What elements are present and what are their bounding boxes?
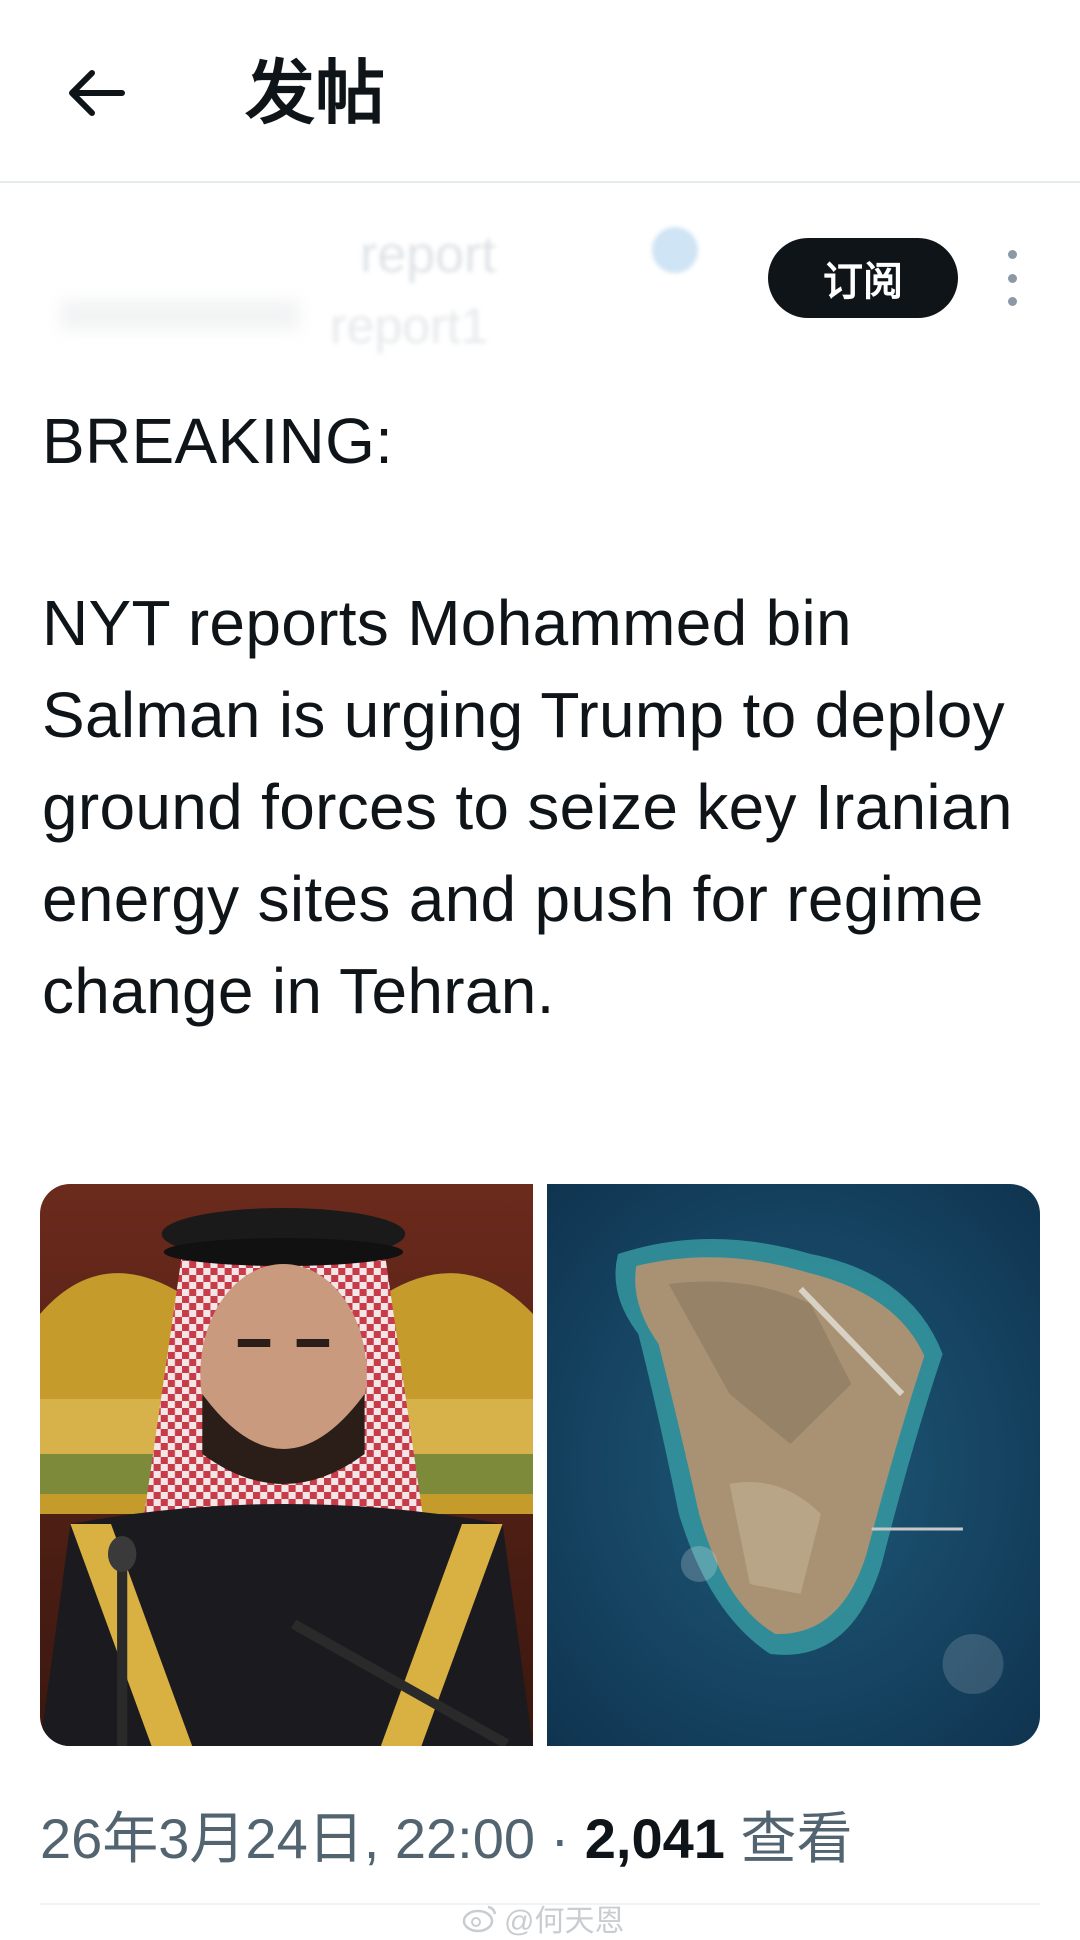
views-count: 2,041 <box>584 1807 725 1870</box>
verified-badge-icon <box>652 227 698 273</box>
back-button[interactable] <box>58 55 134 131</box>
author-name[interactable]: report <box>360 225 496 285</box>
meta-separator: · <box>534 1807 585 1870</box>
tweet-datetime[interactable]: 26年3月24日, 22:00 <box>40 1807 535 1870</box>
tweet-media <box>40 1184 1040 1746</box>
weibo-icon <box>462 1905 497 1933</box>
tweet-meta: 26年3月24日, 22:00 · 2,041 查看 <box>40 1794 852 1875</box>
more-options-button[interactable] <box>992 250 1032 306</box>
views-label: 查看 <box>740 1807 853 1870</box>
page-title: 发帖 <box>245 54 385 132</box>
author-avatar-blur <box>60 300 300 330</box>
arrow-left-icon <box>69 70 125 116</box>
watermark: @何天恩 <box>462 1896 624 1940</box>
tweet-line-body: NYT reports Mohammed bin Salman is urgin… <box>42 587 1013 1027</box>
media-image-island[interactable] <box>547 1184 1040 1746</box>
tweet-text: BREAKING: NYT reports Mohammed bin Salma… <box>42 395 1042 1037</box>
media-image-portrait[interactable] <box>40 1184 533 1746</box>
author-info[interactable]: report report1 <box>40 215 720 365</box>
header-divider <box>0 181 1080 183</box>
top-bar: 发帖 <box>0 0 1080 182</box>
author-handle[interactable]: report1 <box>330 297 488 355</box>
tweet-line-breaking: BREAKING: <box>42 405 394 477</box>
more-vertical-icon <box>1007 250 1017 259</box>
subscribe-button[interactable]: 订阅 <box>768 238 958 318</box>
watermark-text: @何天恩 <box>504 1905 625 1938</box>
